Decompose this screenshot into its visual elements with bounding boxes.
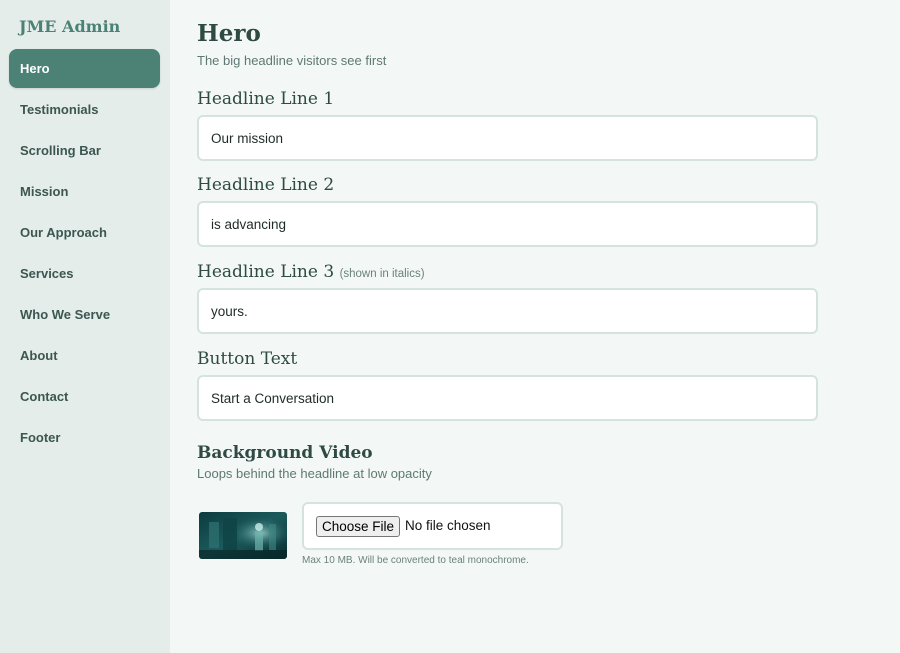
sidebar: JME Admin Hero Testimonials Scrolling Ba… bbox=[0, 0, 170, 653]
background-video-title: Background Video bbox=[197, 443, 373, 463]
video-thumbnail-image bbox=[199, 512, 287, 559]
sidebar-item-who-we-serve[interactable]: Who We Serve bbox=[9, 295, 160, 334]
sidebar-item-footer[interactable]: Footer bbox=[9, 418, 160, 457]
brand-logo: JME Admin bbox=[19, 17, 121, 36]
headline-line-3-note: (shown in italics) bbox=[339, 268, 425, 280]
headline-line-3-input[interactable] bbox=[197, 288, 818, 334]
video-thumbnail bbox=[199, 512, 287, 559]
page-title: Hero bbox=[197, 20, 261, 47]
sidebar-item-about[interactable]: About bbox=[9, 336, 160, 375]
file-upload-field[interactable]: Choose File No file chosen bbox=[302, 502, 563, 550]
sidebar-item-testimonials[interactable]: Testimonials bbox=[9, 90, 160, 129]
page-subtitle: The big headline visitors see first bbox=[197, 53, 387, 68]
sidebar-item-services[interactable]: Services bbox=[9, 254, 160, 293]
headline-line-2-label: Headline Line 2 bbox=[197, 175, 334, 195]
sidebar-item-mission[interactable]: Mission bbox=[9, 172, 160, 211]
headline-line-1-label: Headline Line 1 bbox=[197, 89, 334, 109]
button-text-input[interactable] bbox=[197, 375, 818, 421]
headline-line-1-input[interactable] bbox=[197, 115, 818, 161]
file-status-text: No file chosen bbox=[405, 518, 491, 533]
main-content: Hero The big headline visitors see first… bbox=[170, 0, 900, 653]
background-video-subtitle: Loops behind the headline at low opacity bbox=[197, 466, 432, 481]
headline-line-2-input[interactable] bbox=[197, 201, 818, 247]
sidebar-item-scrolling-bar[interactable]: Scrolling Bar bbox=[9, 131, 160, 170]
headline-line-3-label: Headline Line 3 (shown in italics) bbox=[197, 262, 425, 282]
file-upload-hint: Max 10 MB. Will be converted to teal mon… bbox=[302, 555, 529, 566]
button-text-label-text: Button Text bbox=[197, 349, 298, 369]
headline-line-2-label-text: Headline Line 2 bbox=[197, 175, 335, 195]
button-text-label: Button Text bbox=[197, 349, 297, 369]
sidebar-item-hero[interactable]: Hero bbox=[9, 49, 160, 88]
headline-line-3-label-text: Headline Line 3 bbox=[197, 262, 335, 282]
choose-file-button[interactable]: Choose File bbox=[316, 516, 401, 537]
sidebar-item-contact[interactable]: Contact bbox=[9, 377, 160, 416]
headline-line-1-label-text: Headline Line 1 bbox=[197, 89, 335, 109]
sidebar-item-our-approach[interactable]: Our Approach bbox=[9, 213, 160, 252]
